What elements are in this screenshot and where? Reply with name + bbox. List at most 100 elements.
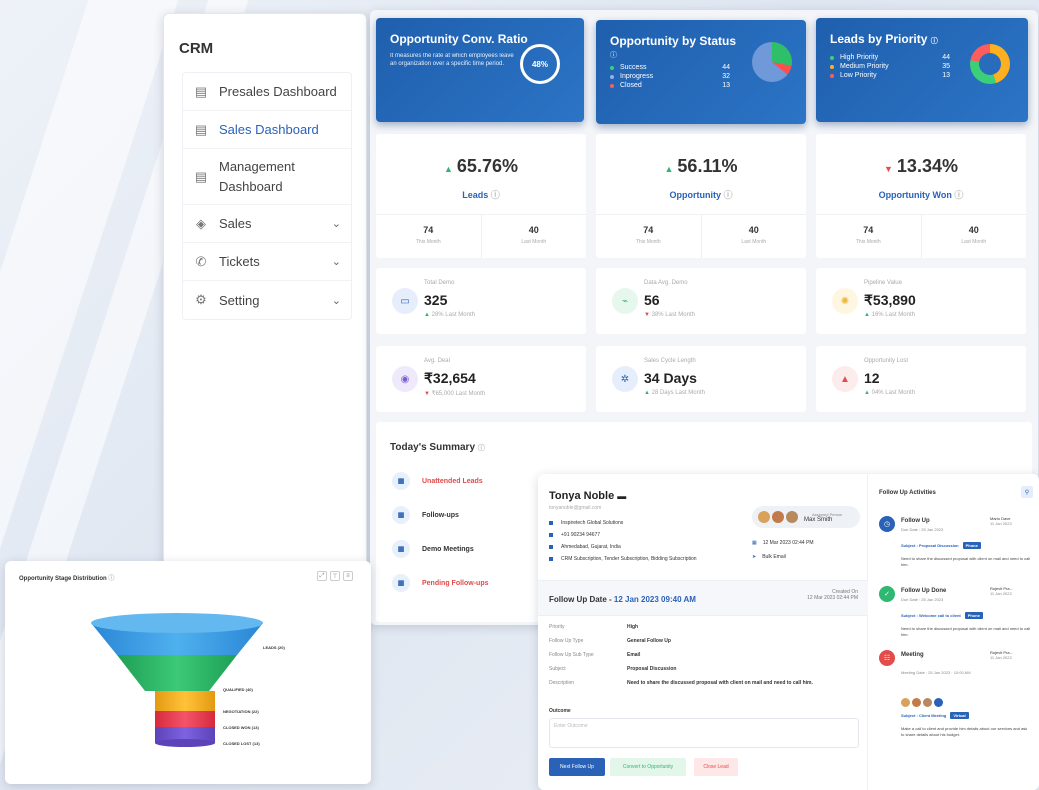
activity-item[interactable]: ☷ Meeting Meeting Date : 25 Jan 2023 · 1… [879, 650, 1034, 770]
sidebar-item-label: Setting [219, 292, 260, 308]
check-icon: ✓ [879, 586, 895, 602]
tag-icon: ◈ [196, 215, 206, 231]
list-icon [549, 557, 553, 561]
kpi-percent: ▼ 13.34% [816, 156, 1026, 177]
sidebar-item-presales-dashboard[interactable]: ▤ Presales Dashboard [183, 73, 351, 111]
metric-value: 12 [864, 370, 880, 386]
summary-title-text: Today's Summary [390, 442, 475, 453]
bulb-icon: ✺ [832, 288, 858, 314]
legend-row: High Priority 44 [830, 54, 950, 61]
metric-value: ₹32,654 [424, 370, 476, 386]
chevron-down-icon: ⌄ [331, 256, 341, 268]
metric-value: 56 [644, 292, 660, 308]
followup-label: Follow Up Date - [549, 595, 612, 604]
location-icon [549, 545, 553, 549]
sidebar-item-management-dashboard[interactable]: ▤ Management Dashboard [183, 149, 351, 205]
metric-sub: ▲ 04% Last Month [864, 390, 915, 396]
sidebar-item-label: Management Dashboard [219, 159, 295, 194]
summary-title: Today's Summary ⓘ [390, 442, 485, 453]
chart-icon: ⌁ [612, 288, 638, 314]
activity-person: Rujevit Pra... 11 Jan 2023 [990, 650, 1034, 660]
summary-item-demo-meetings[interactable]: ▦ Demo Meetings [392, 540, 474, 558]
monitor-icon: ▭ [392, 288, 418, 314]
sidebar-item-tickets[interactable]: ✆ Tickets ⌄ [183, 243, 351, 281]
info-text: CRM Subscription, Tender Subscription, B… [561, 556, 697, 562]
kpi-percent: ▲ 65.76% [376, 156, 586, 177]
metric-title: Avg. Deal [424, 358, 450, 364]
kpi-percent: ▲ 56.11% [596, 156, 806, 177]
metric-sub-text: ₹65,000 Last Month [431, 391, 486, 397]
metric-sub-text: 28 Days Last Month [651, 390, 705, 396]
kpi-label-text: Leads [462, 190, 489, 200]
funnel-segment-closed-won [155, 711, 215, 727]
arrow-up-icon: ▲ [424, 312, 430, 318]
info-text: Inspiretech Global Solutions [561, 520, 624, 526]
lead-detail-panel: Tonya Noble ▬ tonyanoble@gmail.com Inspi… [538, 474, 1039, 790]
funnel-chart [91, 613, 263, 747]
metric-data-avg-demo: ⌁ Data Avg. Demo 56 ▼ 38% Last Month [596, 268, 806, 334]
lead-meta-source: ➤ Bulk Email [752, 554, 786, 560]
summary-item-unattended-leads[interactable]: ▦ Unattended Leads [392, 472, 483, 490]
info-icon: ⓘ [477, 445, 485, 452]
metric-total-demo: ▭ Total Demo 325 ▲ 28% Last Month [376, 268, 586, 334]
metric-value: 34 Days [644, 370, 697, 386]
kpi-this-month: 74 This Month [816, 215, 922, 258]
activity-subject: Subject : Proposal Discussion Phone [901, 542, 981, 549]
lead-location: Ahmedabad, Gujarat, India [549, 544, 621, 550]
legend-dot [610, 74, 614, 79]
lead-name: Tonya Noble ▬ [549, 490, 626, 502]
summary-item-follow-ups[interactable]: ▦ Follow-ups [392, 506, 459, 524]
dashboard-icon: ▤ [194, 121, 208, 137]
summary-item-label: Demo Meetings [422, 545, 474, 553]
kpi-last-value: 40 [528, 225, 539, 235]
kpi-label: Opportunity Won ⓘ [816, 188, 1026, 201]
close-lead-button[interactable]: Close Lead [694, 758, 738, 776]
funnel-label: LEADS (20) [263, 645, 285, 650]
assigned-persons[interactable]: Assigned Person Max Smith [752, 506, 860, 528]
field-followup-subtype: Follow Up Sub Type Email [549, 652, 640, 658]
field-value: General Follow Up [627, 638, 671, 644]
lead-detail-left: Tonya Noble ▬ tonyanoble@gmail.com Inspi… [538, 474, 868, 790]
metric-value: ₹53,890 [864, 292, 916, 308]
metric-title: Data Avg. Demo [644, 280, 688, 286]
search-icon[interactable]: ⚲ [1021, 486, 1033, 498]
assigned-person-info: Assigned Person Max Smith [804, 512, 842, 523]
sidebar-item-sales-dashboard[interactable]: ▤ Sales Dashboard [183, 111, 351, 149]
kpi-value: 56.11% [677, 156, 738, 176]
outcome-input[interactable]: Enter Outcome [549, 718, 859, 748]
sidebar-item-sales[interactable]: ◈ Sales ⌄ [183, 205, 351, 243]
chevron-down-icon: ⌄ [331, 294, 341, 307]
activity-item[interactable]: ✓ Follow Up Done Due Date : 25 Jan 2023 … [879, 586, 1034, 656]
subject-text: Subject : Welcome call to client [901, 613, 961, 618]
ticket-icon: ✆ [195, 253, 207, 269]
legend-label: Closed [620, 82, 642, 89]
legend-dot [830, 55, 834, 60]
followup-bar: Follow Up Date - 12 Jan 2023 09:40 AM Cr… [538, 580, 868, 616]
lead-subscriptions: CRM Subscription, Tender Subscription, B… [549, 556, 697, 562]
next-follow-up-button[interactable]: Next Follow Up [549, 758, 605, 776]
convert-to-opportunity-button[interactable]: Convert to Opportunity [610, 758, 686, 776]
kpi-last-label: Last Month [741, 239, 767, 245]
metric-sub-text: 04% Last Month [871, 390, 915, 396]
summary-item-pending-follow-ups[interactable]: ▦ Pending Follow-ups [392, 574, 489, 592]
arrow-down-icon: ▼ [644, 312, 650, 318]
avatar [923, 698, 932, 707]
kpi-label-text: Opportunity Won [878, 190, 952, 200]
sidebar-item-setting[interactable]: ⚙ Setting ⌄ [183, 281, 351, 319]
person-date: 11 Jan 2023 [990, 591, 1012, 596]
metric-sub-text: 16% Last Month [871, 312, 915, 318]
subject-text: Subject : Proposal Discussion [901, 543, 959, 548]
sidebar-item-label: Sales Dashboard [219, 122, 319, 137]
meta-text: 12 Mar 2023 02:44 PM [762, 540, 814, 546]
metric-opportunity-lost: ▲ Opportunity Lost 12 ▲ 04% Last Month [816, 346, 1026, 412]
kpi-this-value: 74 [863, 225, 874, 235]
kpi-label-text: Opportunity [669, 190, 721, 200]
arrow-up-icon: ▲ [864, 312, 870, 318]
lead-meta-date: ▦ 12 Mar 2023 02:44 PM [752, 540, 814, 546]
alert-icon: ▲ [832, 366, 858, 392]
activity-desc: Need to share the discussed proposal wit… [901, 626, 1031, 637]
activity-desc: Need to share the discussed proposal wit… [901, 556, 1031, 567]
lead-company: Inspiretech Global Solutions [549, 520, 623, 526]
avatar [901, 698, 910, 707]
legend-dot [610, 65, 614, 70]
